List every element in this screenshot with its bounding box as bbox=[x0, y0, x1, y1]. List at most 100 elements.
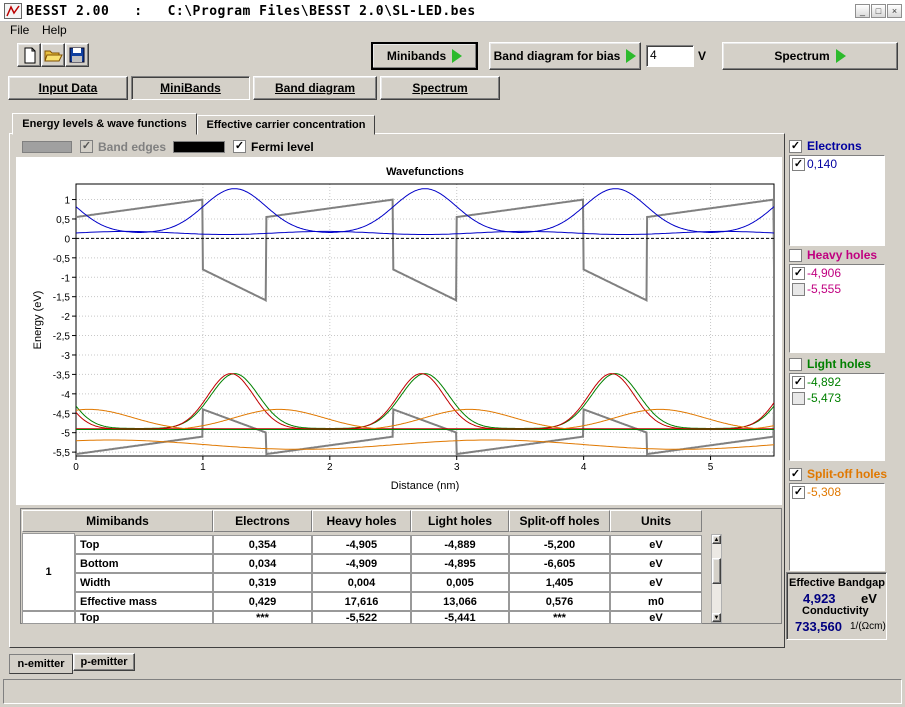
new-file-button[interactable] bbox=[17, 43, 41, 67]
table-cell: 0,319 bbox=[213, 573, 312, 592]
menu-file[interactable]: File bbox=[10, 23, 29, 37]
electrons-group-checkbox[interactable]: ✓ bbox=[789, 140, 802, 153]
open-file-button[interactable] bbox=[41, 43, 65, 67]
table-cell: 0,004 bbox=[312, 573, 411, 592]
table-header[interactable]: Units bbox=[610, 510, 702, 532]
table-cell: *** bbox=[213, 611, 312, 624]
bias-input[interactable]: 4 bbox=[646, 45, 694, 67]
table-unit-cell: eV bbox=[610, 554, 702, 573]
maximize-button[interactable]: □ bbox=[871, 4, 886, 18]
band-edges-checkbox[interactable]: ✓ bbox=[80, 140, 93, 153]
chart-title: Wavefunctions bbox=[386, 166, 464, 178]
electrons-level-checkbox[interactable]: ✓ bbox=[792, 158, 805, 171]
table-row-label: Top bbox=[75, 611, 213, 624]
menu-help[interactable]: Help bbox=[42, 23, 67, 37]
floppy-disk-icon bbox=[69, 47, 85, 63]
light-level-checkbox[interactable]: ✓ bbox=[792, 376, 805, 389]
split-group-checkbox[interactable]: ✓ bbox=[789, 468, 802, 481]
bandgap-unit: eV bbox=[861, 591, 877, 606]
tab-input-data[interactable]: Input Data bbox=[8, 76, 128, 100]
subtab-carrier-concentration[interactable]: Effective carrier concentration bbox=[197, 115, 375, 135]
conductivity-unit: 1/(Ωcm) bbox=[850, 621, 886, 632]
band-number: 1 bbox=[22, 533, 75, 611]
table-row-label: Bottom bbox=[75, 554, 213, 573]
y-tick-label: -1 bbox=[61, 273, 70, 284]
fermi-level-checkbox[interactable]: ✓ bbox=[233, 140, 246, 153]
close-button[interactable]: × bbox=[887, 4, 902, 18]
table-header[interactable]: Mimibands bbox=[22, 510, 213, 532]
tab-band-diagram[interactable]: Band diagram bbox=[253, 76, 377, 100]
tab-spectrum[interactable]: Spectrum bbox=[380, 76, 500, 100]
x-tick-label: 1 bbox=[200, 462, 206, 473]
band-edges-swatch[interactable] bbox=[22, 141, 72, 153]
band-edges-label: Band edges bbox=[98, 140, 167, 154]
table-cell: -4,889 bbox=[411, 535, 509, 554]
app-icon bbox=[4, 3, 22, 19]
play-icon bbox=[626, 49, 637, 63]
split-off-level-line bbox=[76, 439, 774, 450]
valence-band-edge bbox=[76, 408, 774, 456]
split-off-wavefunction bbox=[76, 408, 774, 430]
table-cell: 1,405 bbox=[509, 573, 610, 592]
status-bar bbox=[3, 679, 902, 704]
y-tick-label: -3 bbox=[61, 351, 70, 362]
split-group-title: Split-off holes bbox=[807, 467, 887, 481]
y-tick-label: -0,5 bbox=[53, 254, 71, 265]
light-level-value: -4,892 bbox=[807, 375, 842, 389]
tab-p-emitter[interactable]: p-emitter bbox=[73, 653, 135, 671]
band-diagram-bias-button[interactable]: Band diagram for bias bbox=[489, 42, 641, 70]
electron-level-line bbox=[76, 230, 774, 235]
spectrum-button[interactable]: Spectrum bbox=[722, 42, 898, 70]
scroll-down-arrow-icon[interactable]: ▼ bbox=[712, 613, 721, 622]
light-level-checkbox[interactable]: ✓ bbox=[792, 392, 805, 405]
table-header[interactable]: Light holes bbox=[411, 510, 509, 532]
electrons-level-value: 0,140 bbox=[807, 157, 838, 171]
save-file-button[interactable] bbox=[65, 43, 89, 67]
table-cell: 17,616 bbox=[312, 592, 411, 611]
table-cell: 0,005 bbox=[411, 573, 509, 592]
table-cell: -4,905 bbox=[312, 535, 411, 554]
play-icon bbox=[835, 49, 846, 63]
y-tick-label: -4,5 bbox=[53, 409, 71, 420]
y-tick-label: -4 bbox=[61, 390, 70, 401]
x-tick-label: 4 bbox=[581, 462, 587, 473]
bandgap-title: Effective Bandgap bbox=[789, 577, 885, 589]
fermi-level-swatch[interactable] bbox=[173, 141, 225, 153]
heavy-group-checkbox[interactable]: ✓ bbox=[789, 249, 802, 262]
table-unit-cell: eV bbox=[610, 535, 702, 554]
table-header[interactable]: Split-off holes bbox=[509, 510, 610, 532]
band-number-next bbox=[22, 611, 75, 624]
y-tick-label: -2 bbox=[61, 312, 70, 323]
tab-minibands[interactable]: MiniBands bbox=[131, 76, 250, 100]
heavy-level-value: -4,906 bbox=[807, 266, 842, 280]
y-tick-label: 1 bbox=[64, 196, 70, 207]
table-cell: -5,200 bbox=[509, 535, 610, 554]
table-header[interactable]: Heavy holes bbox=[312, 510, 411, 532]
table-cell: *** bbox=[509, 611, 610, 624]
tab-n-emitter[interactable]: n-emitter bbox=[9, 654, 73, 674]
y-tick-label: -5 bbox=[61, 429, 70, 440]
table-row-label: Effective mass bbox=[75, 592, 213, 611]
minibands-button[interactable]: Minibands bbox=[371, 42, 478, 70]
x-tick-label: 0 bbox=[73, 462, 79, 473]
spectrum-label: Spectrum bbox=[774, 49, 830, 63]
light-group-checkbox[interactable]: ✓ bbox=[789, 358, 802, 371]
wavefunctions-chart: Wavefunctions Distance (nm) Energy (eV) 0 1 2… bbox=[32, 166, 775, 492]
window-title: BESST 2.00 : C:\Program Files\BESST 2.0\… bbox=[26, 4, 476, 19]
minimize-button[interactable]: _ bbox=[855, 4, 870, 18]
subtab-energy-levels[interactable]: Energy levels & wave functions bbox=[12, 113, 197, 135]
scroll-up-arrow-icon[interactable]: ▲ bbox=[712, 535, 721, 544]
table-header[interactable]: Electrons bbox=[213, 510, 312, 532]
heavy-level-checkbox[interactable]: ✓ bbox=[792, 267, 805, 280]
table-unit-cell: eV bbox=[610, 611, 702, 624]
table-cell: 0,034 bbox=[213, 554, 312, 573]
split-level-checkbox[interactable]: ✓ bbox=[792, 486, 805, 499]
heavy-level-checkbox[interactable]: ✓ bbox=[792, 283, 805, 296]
table-cell: 0,429 bbox=[213, 592, 312, 611]
table-cell: -5,441 bbox=[411, 611, 509, 624]
menu-bar: File Help bbox=[0, 22, 905, 38]
electron-wavefunction bbox=[76, 188, 774, 233]
scroll-thumb[interactable] bbox=[712, 558, 721, 584]
table-cell: -4,909 bbox=[312, 554, 411, 573]
table-cell: 0,576 bbox=[509, 592, 610, 611]
